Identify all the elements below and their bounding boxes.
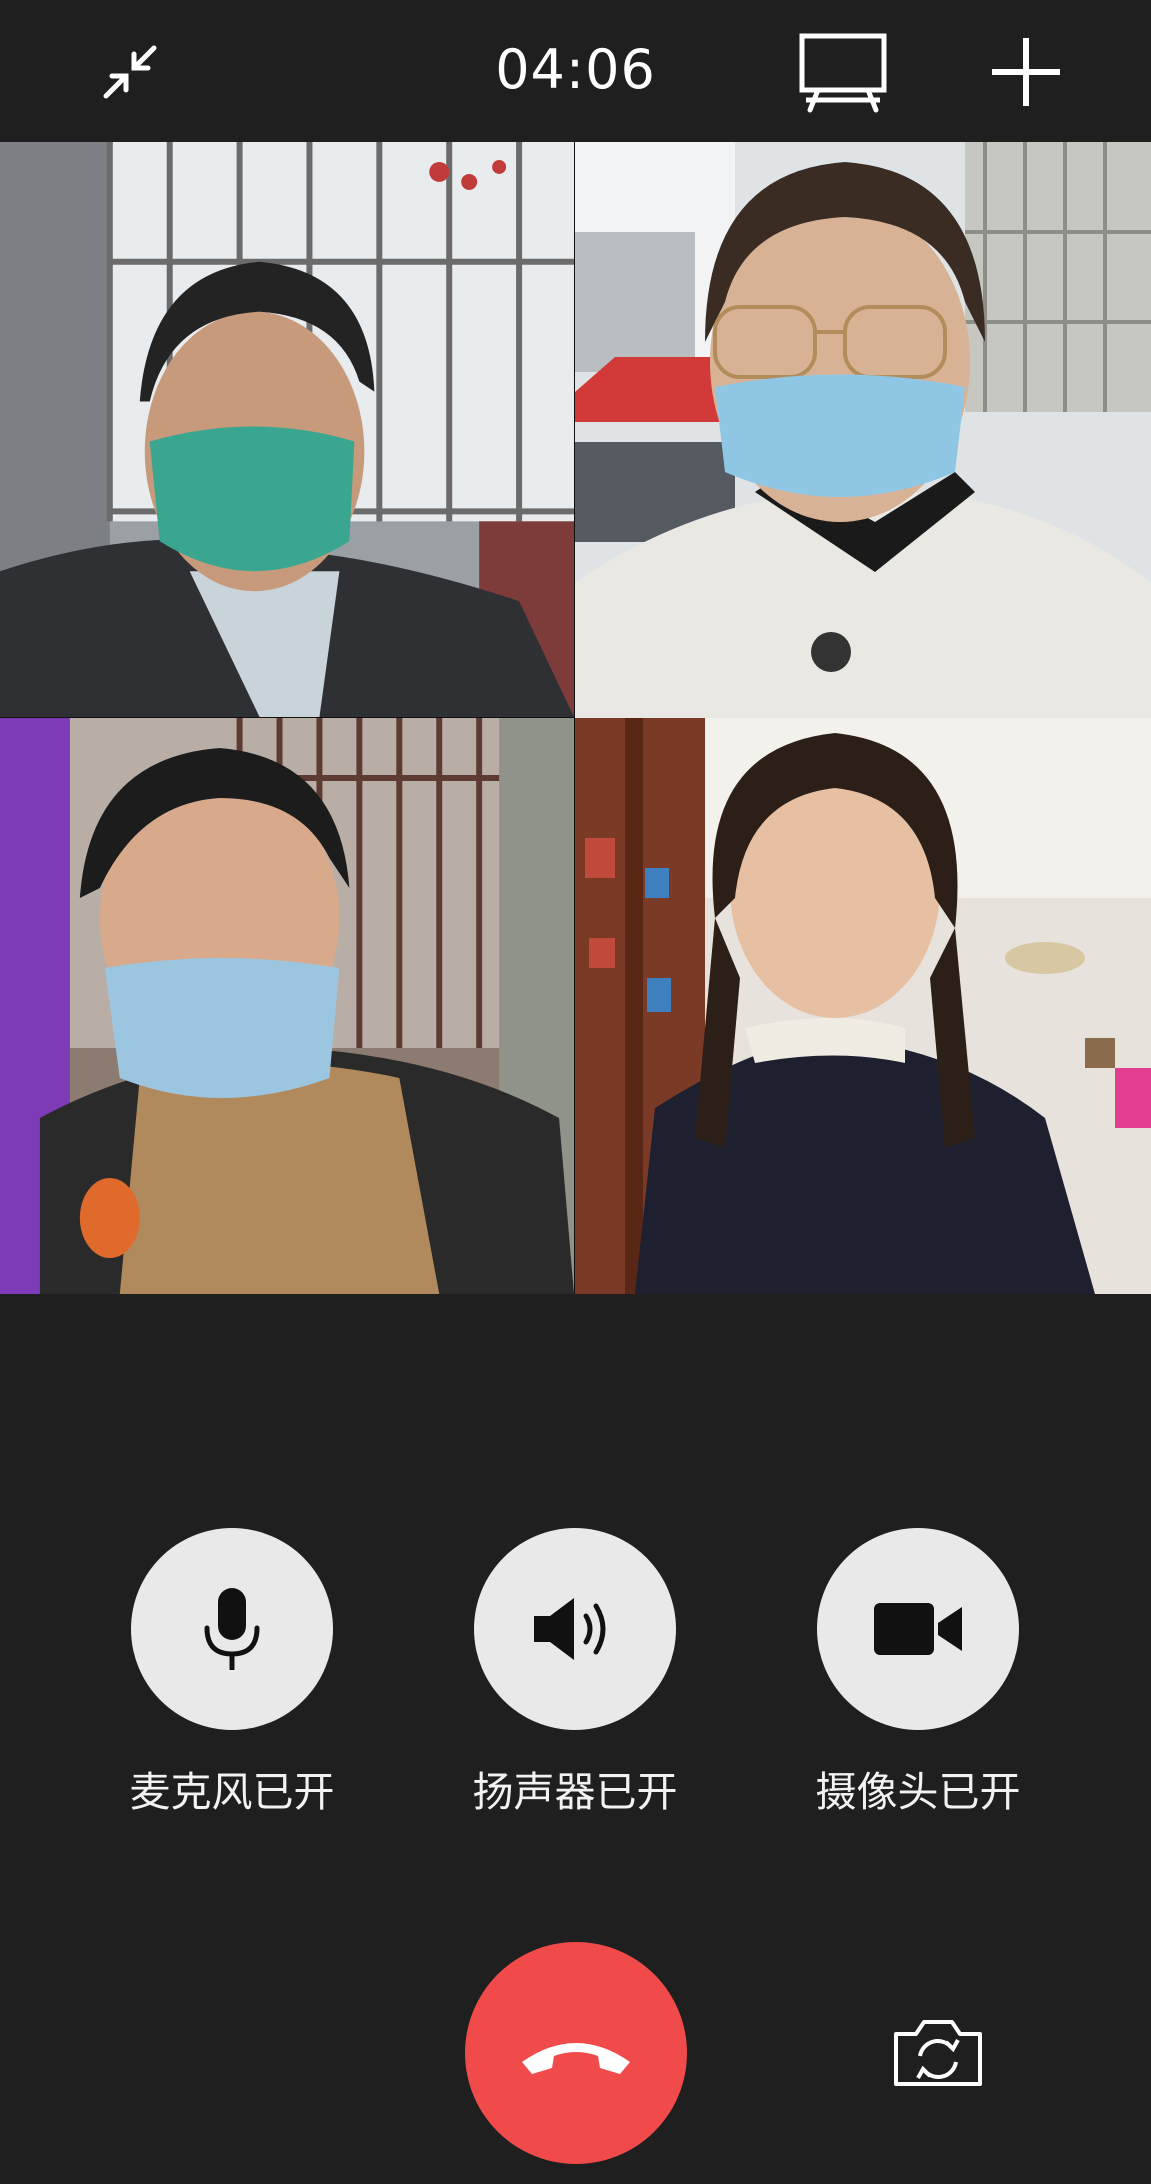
microphone-control[interactable]: 麦克风已开 (112, 1528, 352, 1818)
camera-label: 摄像头已开 (815, 1768, 1021, 1816)
top-bar: 04:06 (0, 0, 1151, 142)
microphone-button[interactable] (131, 1528, 333, 1730)
microphone-icon (204, 1588, 260, 1670)
screen-share-icon[interactable] (798, 32, 888, 114)
video-camera-icon (874, 1603, 962, 1655)
phone-hangup-icon (522, 2043, 630, 2074)
camera-flip-icon (894, 2020, 982, 2086)
speaker-icon (534, 1598, 606, 1660)
plus-icon[interactable] (988, 34, 1064, 110)
video-grid (0, 142, 1151, 1294)
participant-video-2[interactable] (575, 142, 1151, 718)
participant-video-4[interactable] (575, 718, 1151, 1294)
camera-flip-button[interactable] (890, 2016, 986, 2094)
participant-video-1[interactable] (0, 142, 575, 718)
speaker-button[interactable] (474, 1528, 676, 1730)
call-timer: 04:06 (495, 38, 656, 101)
microphone-label: 麦克风已开 (129, 1768, 335, 1816)
camera-control[interactable]: 摄像头已开 (798, 1528, 1038, 1818)
camera-button[interactable] (817, 1528, 1019, 1730)
participant-video-3[interactable] (0, 718, 575, 1294)
speaker-control[interactable]: 扬声器已开 (455, 1528, 695, 1818)
hangup-button[interactable] (465, 1942, 687, 2164)
speaker-label: 扬声器已开 (472, 1768, 678, 1816)
